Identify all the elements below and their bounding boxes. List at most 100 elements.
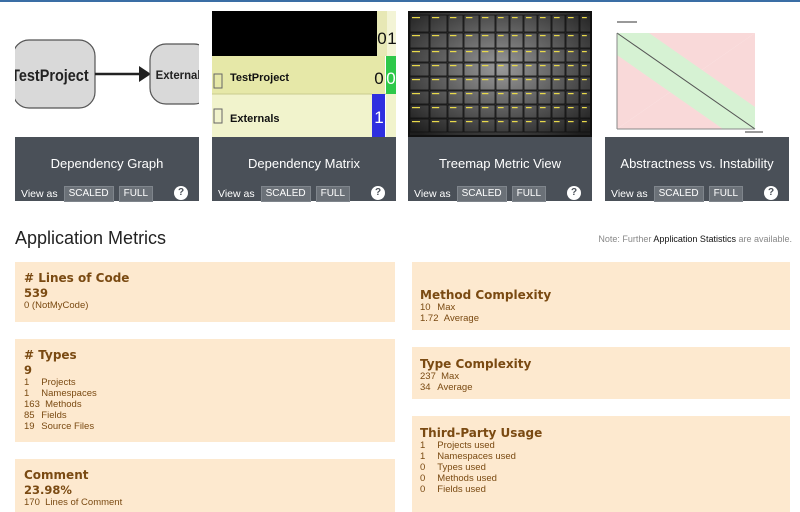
metric-detail-label: Methods used bbox=[437, 473, 497, 484]
treemap-card: Treemap Metric View View as SCALED FULL … bbox=[408, 11, 592, 202]
treemap-cell-label bbox=[512, 107, 518, 109]
help-icon[interactable]: ? bbox=[174, 186, 188, 200]
abstractness-instability-thumbnail[interactable] bbox=[605, 11, 789, 137]
full-button[interactable]: FULL bbox=[708, 186, 744, 202]
view-as-label: View as bbox=[218, 188, 255, 200]
treemap-cell-label bbox=[582, 65, 587, 67]
treemap-cell-label bbox=[512, 79, 518, 81]
treemap-cell-label bbox=[482, 93, 489, 95]
matrix-row-label: TestProject bbox=[230, 72, 289, 84]
dependency-matrix-thumbnail[interactable]: 0 1 TestProject Externals 0 0 1 bbox=[212, 11, 396, 137]
treemap-cell-label bbox=[498, 35, 504, 37]
metric-detail-label: Fields bbox=[41, 410, 67, 421]
treemap-cell-label bbox=[450, 65, 457, 67]
lines-of-code-panel: # Lines of Code 539 0 (NotMyCode) bbox=[15, 262, 395, 322]
treemap-cell-label bbox=[498, 17, 504, 19]
metric-detail-number: 1 bbox=[24, 377, 30, 388]
treemap-cell-label bbox=[498, 65, 504, 67]
help-icon[interactable]: ? bbox=[764, 186, 778, 200]
full-button[interactable]: FULL bbox=[315, 186, 351, 202]
treemap-cell-label bbox=[412, 107, 420, 109]
treemap-cell-label bbox=[568, 65, 574, 67]
treemap-thumbnail[interactable] bbox=[408, 11, 592, 137]
note-prefix: Note: Further bbox=[598, 234, 654, 244]
treemap-cell-label bbox=[582, 35, 587, 37]
metric-detail: 0 Types used bbox=[420, 462, 782, 473]
treemap-cell-label bbox=[526, 17, 532, 19]
treemap-cell-label bbox=[582, 121, 587, 123]
treemap-cell-label bbox=[512, 65, 518, 67]
metric-detail: 1.72 Average bbox=[420, 313, 782, 324]
treemap-cell-label bbox=[450, 51, 457, 53]
section-title: Application Metrics bbox=[15, 228, 167, 248]
treemap-cell-label bbox=[512, 35, 518, 37]
metric-detail: 19 Source Files bbox=[24, 421, 386, 432]
scaled-button[interactable]: SCALED bbox=[260, 186, 311, 202]
metric-title: Type Complexity bbox=[420, 357, 532, 371]
treemap-cell-label bbox=[482, 51, 489, 53]
metric-title: Method Complexity bbox=[420, 288, 552, 302]
treemap-cell-label bbox=[412, 93, 420, 95]
treemap-cell-label bbox=[582, 93, 587, 95]
treemap-cell-label bbox=[540, 107, 546, 109]
treemap-cell-label bbox=[466, 17, 473, 19]
matrix-col-header: 1 bbox=[387, 29, 396, 48]
treemap-cell-label bbox=[540, 17, 546, 19]
treemap-cell-label bbox=[540, 65, 546, 67]
treemap-cell-label bbox=[568, 17, 574, 19]
view-as-label: View as bbox=[611, 188, 648, 200]
treemap-cell-label bbox=[412, 51, 420, 53]
treemap-cell-label bbox=[466, 121, 473, 123]
scaled-button[interactable]: SCALED bbox=[63, 186, 114, 202]
metric-detail: 0 Methods used bbox=[420, 473, 782, 484]
full-button[interactable]: FULL bbox=[118, 186, 154, 202]
treemap-cell-label bbox=[554, 35, 560, 37]
treemap-cell-label bbox=[432, 35, 440, 37]
treemap-cell-label bbox=[466, 93, 473, 95]
full-button[interactable]: FULL bbox=[511, 186, 547, 202]
treemap-cell-label bbox=[512, 121, 518, 123]
dependency-matrix-footer: Dependency Matrix View as SCALED FULL ? bbox=[212, 137, 396, 202]
dependency-graph-title: Dependency Graph bbox=[50, 156, 164, 171]
treemap-cell-label bbox=[568, 107, 574, 109]
metric-detail: 34 Average bbox=[420, 382, 782, 393]
dependency-graph-thumbnail[interactable]: TestProject Externals bbox=[15, 11, 199, 137]
scaled-button[interactable]: SCALED bbox=[653, 186, 704, 202]
treemap-cell-label bbox=[432, 17, 440, 19]
treemap-cell-label bbox=[482, 35, 489, 37]
treemap-cell-label bbox=[540, 121, 546, 123]
abstractness-instability-title: Abstractness vs. Instability bbox=[620, 156, 774, 171]
treemap-cell-label bbox=[466, 35, 473, 37]
help-icon[interactable]: ? bbox=[567, 186, 581, 200]
treemap-cell-label bbox=[526, 35, 532, 37]
metric-value: 23.98% bbox=[24, 483, 72, 497]
treemap-cell-label bbox=[554, 65, 560, 67]
matrix-cell: 0 bbox=[386, 69, 395, 88]
matrix-row-label: Externals bbox=[230, 113, 280, 125]
graph-node-testproject-label: TestProject bbox=[15, 67, 89, 85]
scaled-button[interactable]: SCALED bbox=[456, 186, 507, 202]
application-statistics-link[interactable]: Application Statistics bbox=[653, 234, 736, 244]
treemap-cell-label bbox=[432, 107, 440, 109]
metric-detail-label: Methods bbox=[45, 399, 82, 410]
help-icon[interactable]: ? bbox=[371, 186, 385, 200]
treemap-cell-label bbox=[482, 65, 489, 67]
matrix-col-header: 0 bbox=[377, 29, 386, 48]
treemap-cell-label bbox=[512, 51, 518, 53]
treemap-cell-label bbox=[526, 107, 532, 109]
types-panel: # Types 9 1 Projects 1 Namespaces 163 Me… bbox=[15, 339, 395, 442]
metric-detail-number: 1 bbox=[420, 451, 426, 462]
treemap-cell-label bbox=[568, 51, 574, 53]
metric-title: # Lines of Code bbox=[24, 271, 130, 285]
view-as-row: View as SCALED FULL bbox=[21, 185, 158, 203]
metric-detail: 85 Fields bbox=[24, 410, 386, 421]
abstractness-instability-card: Abstractness vs. Instability View as SCA… bbox=[605, 11, 789, 202]
treemap-cell-label bbox=[498, 51, 504, 53]
treemap-cell-label bbox=[526, 93, 532, 95]
matrix-cell: 1 bbox=[374, 108, 383, 127]
metric-detail: 1 Projects used bbox=[420, 440, 782, 451]
metric-detail-label: Fields used bbox=[437, 484, 486, 495]
treemap-cell-label bbox=[498, 93, 504, 95]
treemap-cell-label bbox=[482, 17, 489, 19]
metric-detail-label: Projects bbox=[41, 377, 76, 388]
